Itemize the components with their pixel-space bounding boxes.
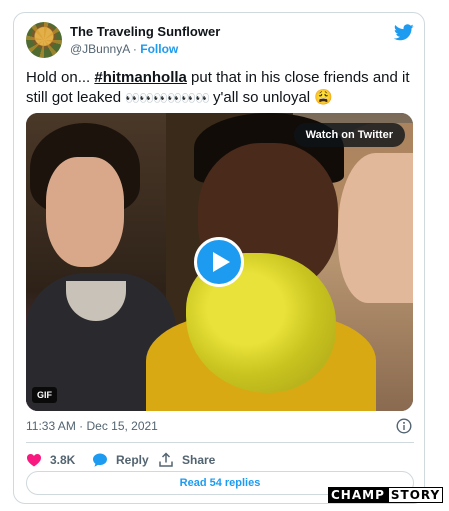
watermark-part1: CHAMP: [328, 487, 388, 503]
share-label: Share: [182, 453, 216, 467]
gif-media[interactable]: Watch on Twitter GIF: [26, 113, 413, 411]
tweet-text-prefix: Hold on...: [26, 69, 95, 86]
tweet-header: The Traveling Sunflower @JBunnyA · Follo…: [26, 22, 414, 58]
author-handle[interactable]: @JBunnyA: [70, 42, 130, 56]
weary-face-emoji: 😩: [314, 89, 333, 106]
tweet-timestamp[interactable]: 11:33 AM · Dec 15, 2021: [26, 419, 158, 433]
info-icon[interactable]: [396, 418, 412, 434]
tweet-text: Hold on... #hitmanholla put that in his …: [26, 68, 416, 108]
handle-separator: ·: [129, 42, 141, 56]
handle-row: @JBunnyA · Follow: [70, 42, 178, 56]
tweet-card: The Traveling Sunflower @JBunnyA · Follo…: [13, 12, 425, 504]
tweet-text-end: y'all so unloyal: [208, 89, 315, 106]
share-upload-icon: [159, 452, 173, 467]
watermark-part2: STORY: [387, 487, 444, 503]
follow-button[interactable]: Follow: [140, 42, 178, 56]
like-count: 3.8K: [50, 453, 76, 467]
eyes-emoji: 👀👀👀👀👀👀: [125, 91, 210, 105]
like-button[interactable]: 3.8K: [26, 449, 75, 471]
speech-bubble-icon: [93, 453, 107, 467]
share-button[interactable]: Share: [158, 449, 215, 471]
play-icon: [213, 252, 230, 272]
author-name[interactable]: The Traveling Sunflower: [70, 24, 220, 39]
twitter-bird-icon[interactable]: [394, 24, 414, 41]
champstory-watermark: CHAMP STORY: [328, 486, 444, 504]
reply-label: Reply: [116, 453, 149, 467]
watch-on-twitter-button[interactable]: Watch on Twitter: [293, 123, 405, 147]
hashtag-link[interactable]: #hitmanholla: [94, 69, 187, 86]
play-button[interactable]: [194, 237, 244, 287]
heart-icon: [27, 454, 41, 467]
action-bar: 3.8K Reply Share: [26, 449, 414, 471]
reply-button[interactable]: Reply: [92, 449, 149, 471]
gif-badge: GIF: [32, 387, 57, 403]
avatar[interactable]: [26, 22, 62, 58]
divider: [26, 442, 414, 443]
